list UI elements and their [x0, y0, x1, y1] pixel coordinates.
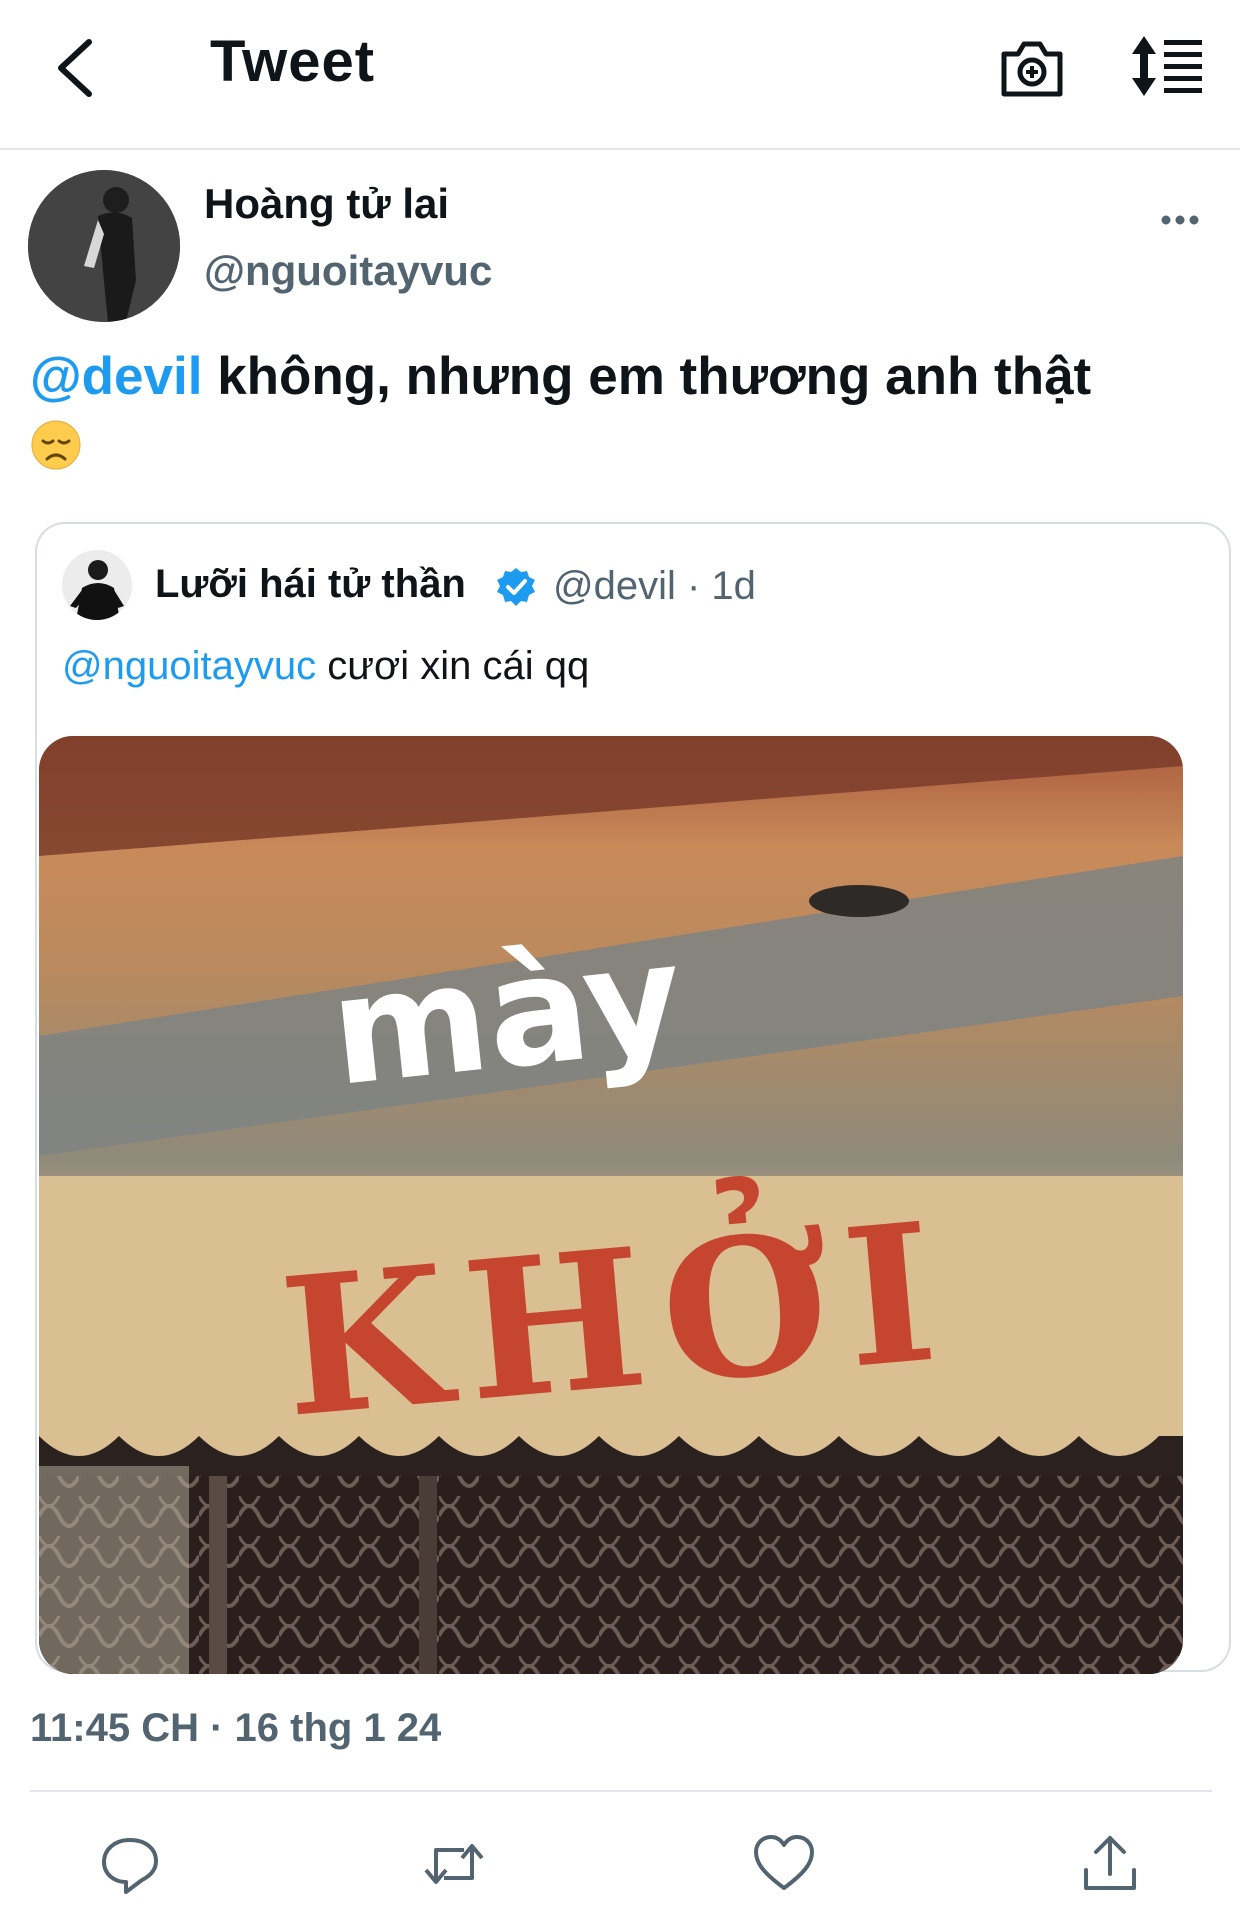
camera-button[interactable] — [996, 32, 1068, 104]
author-handle[interactable]: @nguoitayvuc — [204, 247, 492, 295]
mention-link[interactable]: @devil — [30, 347, 202, 406]
tweet-text: @devil không, nhưng em thương anh thật — [30, 340, 1200, 491]
quoted-mention-link[interactable]: @nguoitayvuc — [62, 644, 316, 688]
quoted-handle-meta: @devil · 1d — [553, 564, 756, 608]
author-avatar[interactable] — [28, 170, 180, 322]
sort-button[interactable] — [1130, 34, 1206, 98]
reply-icon — [102, 1838, 158, 1894]
retweet-icon — [424, 1844, 484, 1884]
verified-badge-icon — [495, 566, 537, 608]
more-options-button[interactable] — [1150, 200, 1210, 240]
quoted-media-image[interactable]: mày KHỞI — [39, 736, 1183, 1674]
camera-add-icon — [1001, 41, 1063, 97]
divider — [30, 1790, 1212, 1792]
meme-overlay-text: mày — [323, 910, 690, 1120]
share-button[interactable] — [1078, 1832, 1142, 1896]
author-display-name[interactable]: Hoàng tử lai — [204, 180, 449, 228]
tweet-body: không, nhưng em thương anh thật — [202, 347, 1092, 406]
quoted-author-avatar[interactable] — [62, 550, 132, 620]
retweet-button[interactable] — [422, 1832, 486, 1896]
quoted-body: cươi xin cái qq — [316, 644, 590, 688]
page-title: Tweet — [210, 29, 376, 94]
more-dots-icon — [1161, 215, 1199, 225]
top-bar: Tweet — [0, 0, 1240, 150]
like-button[interactable] — [752, 1832, 816, 1896]
disappointed-face-emoji-icon — [30, 417, 82, 491]
like-icon — [754, 1835, 814, 1890]
reply-button[interactable] — [98, 1832, 162, 1896]
sort-lines-icon — [1132, 36, 1202, 96]
quoted-display-name[interactable]: Lưỡi hái tử thần — [155, 562, 466, 607]
quoted-tweet-card[interactable]: Lưỡi hái tử thần @devil · 1d @nguoitayvu… — [35, 522, 1231, 1674]
back-chevron-icon — [58, 39, 92, 97]
quoted-text: @nguoitayvuc cươi xin cái qq — [62, 644, 589, 689]
share-icon — [1084, 1836, 1136, 1890]
back-button[interactable] — [40, 30, 110, 106]
tweet-timestamp[interactable]: 11:45 CH · 16 thg 1 24 — [30, 1706, 441, 1751]
